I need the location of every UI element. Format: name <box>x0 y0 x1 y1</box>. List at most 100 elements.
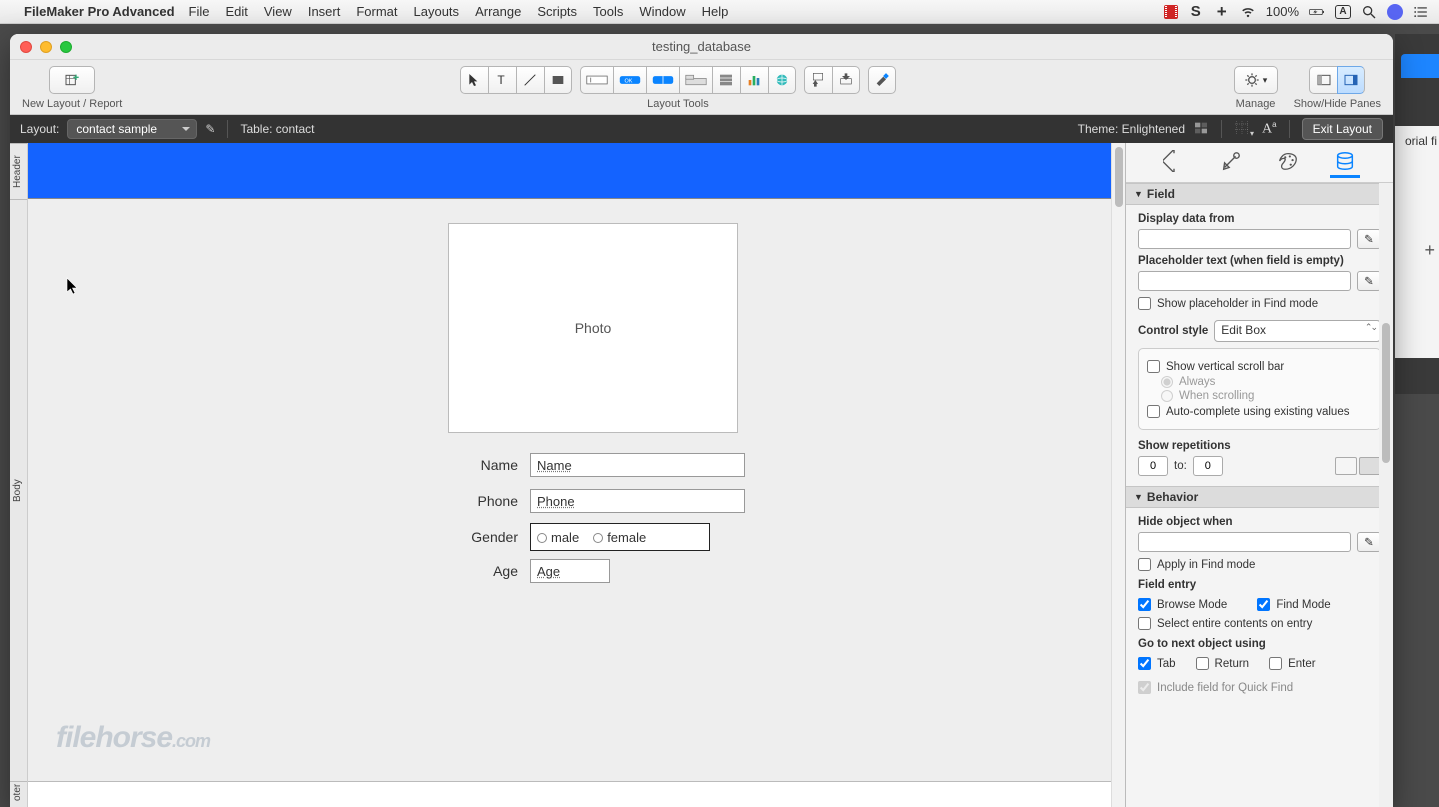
layout-selector[interactable]: contact sample <box>67 119 197 139</box>
status-s-icon[interactable]: S <box>1188 5 1204 19</box>
part-header[interactable]: Header <box>10 143 27 199</box>
spotlight-icon[interactable] <box>1361 5 1377 19</box>
tool-part[interactable] <box>832 66 860 94</box>
section-behavior-header[interactable]: Behavior <box>1126 486 1393 508</box>
menu-layouts[interactable]: Layouts <box>414 4 460 19</box>
wifi-icon[interactable] <box>1240 5 1256 19</box>
mac-menubar: FileMaker Pro Advanced File Edit View In… <box>0 0 1439 24</box>
part-footer[interactable]: oter <box>10 781 27 807</box>
browse-mode-checkbox[interactable] <box>1138 598 1151 611</box>
inspector-tab-styles[interactable] <box>1216 148 1246 178</box>
tool-web-viewer[interactable] <box>768 66 796 94</box>
menu-format[interactable]: Format <box>356 4 397 19</box>
tool-popover-insert[interactable] <box>804 66 832 94</box>
inspector-tab-position[interactable] <box>1159 148 1189 178</box>
canvas-header-part[interactable] <box>28 143 1125 199</box>
text-tool-icon[interactable]: Aa <box>1262 120 1277 138</box>
rep-from-input[interactable] <box>1138 456 1168 476</box>
radio-icon <box>537 533 547 543</box>
display-data-input[interactable] <box>1138 229 1351 249</box>
main-area: Header Body oter Photo Name Name Phone P… <box>10 143 1393 807</box>
tool-button[interactable]: OK <box>613 66 646 94</box>
manage-button[interactable]: ▾ <box>1234 66 1278 94</box>
rep-to-input[interactable] <box>1193 456 1223 476</box>
hide-when-edit-button[interactable]: ✎ <box>1357 532 1381 552</box>
name-field[interactable]: Name <box>530 453 745 477</box>
find-mode-checkbox[interactable] <box>1257 598 1270 611</box>
canvas-footer-part[interactable] <box>28 781 1125 807</box>
menu-arrange[interactable]: Arrange <box>475 4 521 19</box>
tool-tab-control[interactable] <box>679 66 712 94</box>
rep-orientation-horizontal[interactable] <box>1359 457 1381 475</box>
canvas-body-part[interactable]: Photo Name Name Phone Phone Gender male … <box>28 199 1125 781</box>
main-window: testing_database New Layout / Report T <box>10 34 1393 807</box>
discord-icon[interactable] <box>1387 4 1403 20</box>
canvas-scrollbar[interactable] <box>1111 143 1125 807</box>
tool-line[interactable] <box>516 66 544 94</box>
toggle-right-pane[interactable] <box>1337 66 1365 94</box>
window-minimize-button[interactable] <box>40 41 52 53</box>
tool-button-bar[interactable] <box>646 66 679 94</box>
radio-icon <box>593 533 603 543</box>
phone-field[interactable]: Phone <box>530 489 745 513</box>
tool-pointer[interactable] <box>460 66 488 94</box>
display-data-edit-button[interactable]: ✎ <box>1357 229 1381 249</box>
autocomplete-checkbox[interactable] <box>1147 405 1160 418</box>
tool-field[interactable] <box>580 66 613 94</box>
select-entire-checkbox[interactable] <box>1138 617 1151 630</box>
tab-checkbox[interactable] <box>1138 657 1151 670</box>
placeholder-label: Placeholder text (when field is empty) <box>1138 255 1381 267</box>
inspector-tab-data[interactable] <box>1330 148 1360 178</box>
window-zoom-button[interactable] <box>60 41 72 53</box>
menu-file[interactable]: File <box>189 4 210 19</box>
gender-field[interactable]: male female <box>530 523 710 551</box>
placeholder-input[interactable] <box>1138 271 1351 291</box>
theme-picker-icon[interactable] <box>1193 120 1209 139</box>
menu-help[interactable]: Help <box>702 4 729 19</box>
menu-view[interactable]: View <box>264 4 292 19</box>
menu-window[interactable]: Window <box>639 4 685 19</box>
placeholder-edit-button[interactable]: ✎ <box>1357 271 1381 291</box>
show-scroll-checkbox[interactable] <box>1147 360 1160 373</box>
hide-when-label: Hide object when <box>1138 516 1381 528</box>
status-film-icon[interactable] <box>1164 5 1178 19</box>
window-close-button[interactable] <box>20 41 32 53</box>
background-tab <box>1401 54 1439 78</box>
part-body[interactable]: Body <box>10 199 27 781</box>
keyboard-a-icon[interactable]: A <box>1335 5 1351 19</box>
quick-find-checkbox <box>1138 681 1151 694</box>
exit-layout-button[interactable]: Exit Layout <box>1302 118 1383 140</box>
tool-format-painter[interactable] <box>868 66 896 94</box>
hide-when-input[interactable] <box>1138 532 1351 552</box>
show-placeholder-find-checkbox[interactable] <box>1138 297 1151 310</box>
enter-checkbox[interactable] <box>1269 657 1282 670</box>
inspector-tab-appearance[interactable] <box>1273 148 1303 178</box>
menu-tools[interactable]: Tools <box>593 4 623 19</box>
age-field[interactable]: Age <box>530 559 610 583</box>
menu-list-icon[interactable] <box>1413 5 1429 19</box>
edit-layout-icon[interactable]: ✎ <box>205 122 215 136</box>
tool-chart[interactable] <box>740 66 768 94</box>
apply-find-checkbox[interactable] <box>1138 558 1151 571</box>
menu-scripts[interactable]: Scripts <box>537 4 577 19</box>
photo-container[interactable]: Photo <box>448 223 738 433</box>
section-field-header[interactable]: Field <box>1126 183 1393 205</box>
menu-insert[interactable]: Insert <box>308 4 341 19</box>
grid-icon[interactable]: ▾ <box>1234 120 1254 139</box>
menu-edit[interactable]: Edit <box>225 4 247 19</box>
new-layout-label: New Layout / Report <box>22 98 122 110</box>
control-style-select[interactable]: Edit Box <box>1214 320 1381 342</box>
tool-rectangle[interactable] <box>544 66 572 94</box>
status-plus-icon[interactable]: + <box>1214 5 1230 19</box>
toggle-left-pane[interactable] <box>1309 66 1337 94</box>
return-checkbox[interactable] <box>1196 657 1209 670</box>
tool-portal[interactable] <box>712 66 740 94</box>
parts-strip: Header Body oter <box>10 143 28 807</box>
layout-canvas[interactable]: Photo Name Name Phone Phone Gender male … <box>28 143 1125 807</box>
battery-icon[interactable] <box>1309 5 1325 19</box>
rep-orientation-vertical[interactable] <box>1335 457 1357 475</box>
tool-text[interactable]: T <box>488 66 516 94</box>
menubar-app-name[interactable]: FileMaker Pro Advanced <box>24 4 175 19</box>
new-layout-button[interactable] <box>49 66 95 94</box>
inspector-scrollbar[interactable] <box>1379 183 1393 807</box>
